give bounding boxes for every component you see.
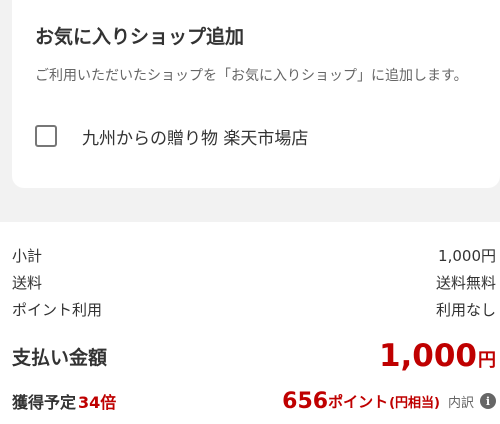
favorite-shop-option[interactable]: 九州からの贈り物 楽天市場店: [35, 122, 308, 150]
subtotal-value: 1,000円: [438, 246, 496, 265]
earn-points-row: 獲得予定 34倍 656 ポイント (円相当) 内訳 i: [12, 388, 496, 414]
favorite-shop-card: お気に入りショップ追加 ご利用いただいたショップを「お気に入りショップ」に追加し…: [12, 0, 500, 188]
points-use-label: ポイント利用: [12, 300, 103, 319]
shop-name-label[interactable]: 九州からの贈り物 楽天市場店: [82, 124, 308, 149]
earn-points-value: 656 ポイント (円相当) 内訳 i: [282, 389, 496, 414]
points-use-row: ポイント利用 利用なし: [12, 298, 496, 320]
total-row: 支払い金額 1,000 円: [12, 336, 496, 376]
points-use-value: 利用なし: [435, 300, 496, 319]
total-label: 支払い金額: [12, 346, 108, 369]
earn-points-heading: 獲得予定 34倍: [12, 389, 116, 413]
favorite-shop-description: ご利用いただいたショップを「お気に入りショップ」に追加します。: [35, 68, 468, 84]
total-value: 1,000 円: [379, 338, 496, 374]
earn-points-amount: 656: [282, 388, 329, 414]
shipping-row: 送料 送料無料: [12, 271, 496, 293]
subtotal-row: 小計 1,000円: [12, 244, 496, 266]
subtotal-label: 小計: [12, 246, 43, 265]
shipping-label: 送料: [12, 273, 43, 292]
earn-multiplier: 34倍: [78, 393, 117, 412]
earn-points-unit: ポイント: [328, 392, 389, 411]
earn-label: 獲得予定: [12, 393, 77, 412]
favorite-shop-title: お気に入りショップ追加: [35, 26, 245, 48]
shipping-value: 送料無料: [435, 273, 496, 292]
favorite-shop-checkbox[interactable]: [35, 125, 57, 147]
order-summary: 小計 1,000円 送料 送料無料 ポイント利用 利用なし 支払い金額 1,00…: [0, 222, 500, 424]
earn-points-note: (円相当): [389, 395, 440, 411]
info-icon[interactable]: i: [480, 393, 496, 409]
total-unit: 円: [478, 350, 496, 371]
breakdown-link[interactable]: 内訳: [448, 392, 474, 411]
total-amount: 1,000: [378, 338, 477, 374]
